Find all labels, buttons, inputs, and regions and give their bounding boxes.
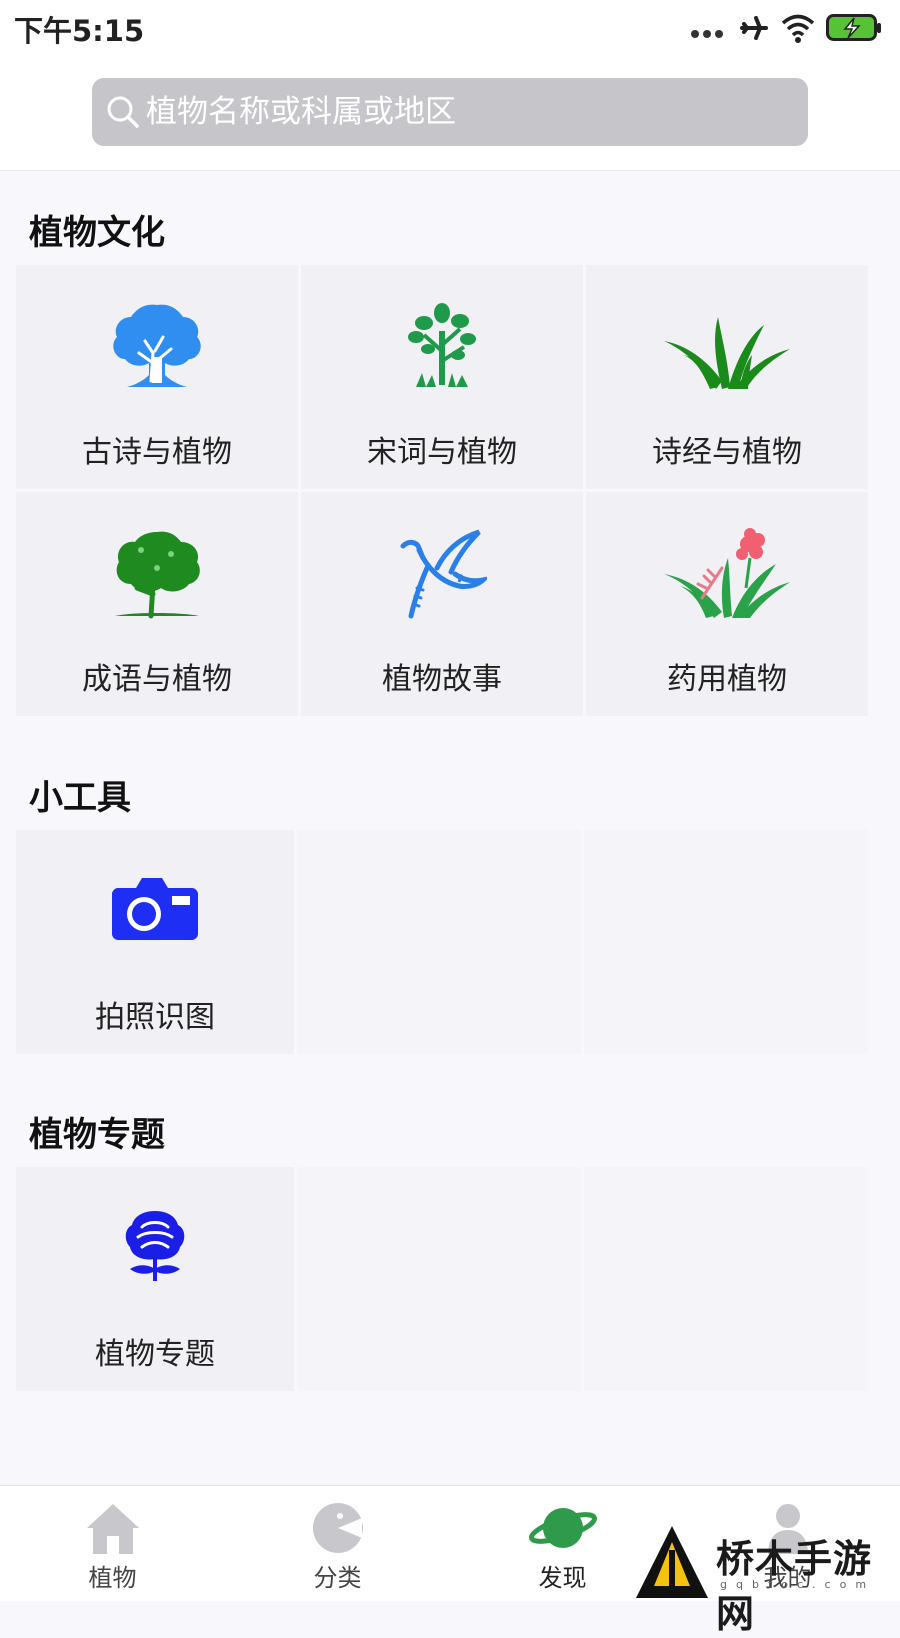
grass-icon [662, 311, 792, 395]
tile-book-of-songs[interactable]: 诗经与植物 [586, 265, 868, 489]
tile-photo-identify[interactable]: 拍照识图 [16, 830, 294, 1054]
culture-grid: 古诗与植物 宋词与植物 诗经与植物 成语与植物 植物故事 药用植物 [16, 265, 868, 720]
status-time: 下午5:15 [14, 14, 145, 48]
nav-item-category[interactable]: 分类 [225, 1486, 450, 1601]
status-bar: 下午5:15 [0, 0, 900, 62]
nav-label: 植物 [88, 1564, 137, 1592]
camera-icon [112, 874, 198, 944]
tile-label: 成语与植物 [82, 662, 232, 697]
status-icons [690, 10, 890, 50]
empty-tile [584, 1167, 868, 1391]
tile-label: 植物故事 [382, 662, 502, 697]
tile-medicinal-plants[interactable]: 药用植物 [586, 492, 868, 716]
empty-tile [297, 830, 581, 1054]
green-tree-icon [111, 528, 203, 624]
tile-plant-topics[interactable]: 植物专题 [16, 1167, 294, 1391]
watermark-logo-icon [632, 1520, 712, 1604]
tools-grid: 拍照识图 [16, 830, 868, 1054]
tile-ancient-poetry[interactable]: 古诗与植物 [16, 265, 298, 489]
green-sapling-icon [402, 301, 482, 397]
search-input[interactable] [146, 78, 786, 146]
category-icon [310, 1500, 366, 1560]
blue-tree-icon [109, 301, 205, 397]
search-icon [106, 95, 140, 133]
watermark: 桥木手游网 gqbtoc.com [632, 1520, 900, 1636]
empty-tile [584, 830, 868, 1054]
watermark-subtext: gqbtoc.com [720, 1578, 876, 1591]
search-header [0, 62, 900, 171]
bird-icon [397, 528, 491, 624]
tile-song-ci[interactable]: 宋词与植物 [301, 265, 583, 489]
tile-label: 植物专题 [95, 1337, 215, 1372]
wifi-icon [780, 12, 816, 48]
rose-icon [120, 1207, 190, 1287]
nav-label: 分类 [313, 1564, 362, 1592]
nav-item-plants[interactable]: 植物 [0, 1486, 225, 1601]
battery-charging-icon [826, 14, 882, 46]
topics-grid: 植物专题 [16, 1167, 868, 1391]
section-title-tools: 小工具 [29, 778, 131, 818]
tile-idioms[interactable]: 成语与植物 [16, 492, 298, 716]
tile-label: 诗经与植物 [652, 435, 802, 470]
tile-label: 宋词与植物 [367, 435, 517, 470]
tile-plant-stories[interactable]: 植物故事 [301, 492, 583, 716]
tile-label: 拍照识图 [95, 1000, 215, 1035]
tile-label: 药用植物 [667, 662, 787, 697]
tile-label: 古诗与植物 [82, 435, 232, 470]
empty-tile [297, 1167, 581, 1391]
search-box[interactable] [92, 78, 808, 146]
section-title-topics: 植物专题 [29, 1115, 165, 1155]
more-dots-icon [690, 24, 724, 43]
flower-grass-icon [662, 528, 792, 624]
section-title-culture: 植物文化 [29, 213, 165, 253]
home-icon [85, 1500, 141, 1560]
planet-icon [528, 1500, 598, 1560]
airplane-icon [738, 12, 770, 48]
